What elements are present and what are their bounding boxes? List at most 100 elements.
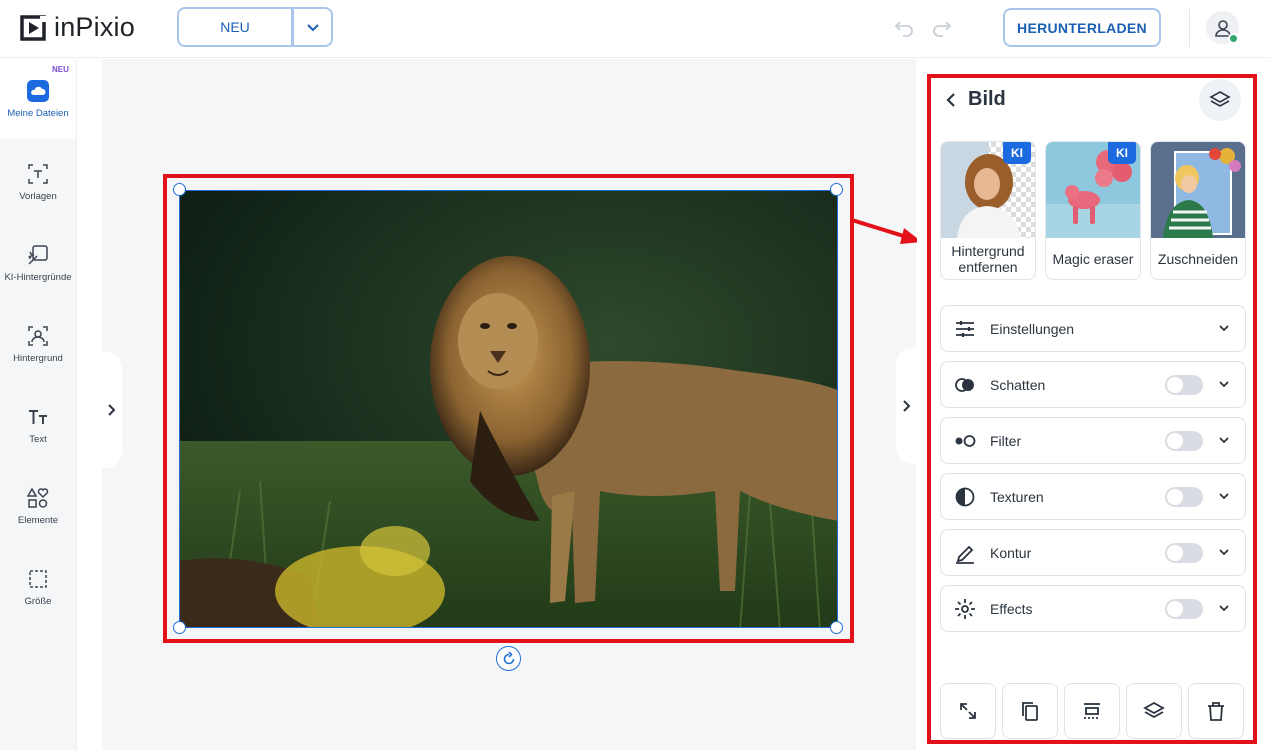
sidebar-item-label: Elemente [17, 514, 59, 526]
back-icon[interactable] [944, 91, 958, 109]
shadow-icon [955, 378, 974, 392]
resize-handle-top-left[interactable] [173, 183, 186, 196]
resize-icon [27, 568, 49, 590]
elements-icon [27, 486, 49, 509]
top-bar: inPixio NEU HERUNTERLADEN [0, 0, 1270, 58]
pen-icon [956, 545, 974, 564]
section-label: Kontur [990, 545, 1032, 561]
duplicate-button[interactable] [1002, 683, 1058, 739]
outline-toggle[interactable] [1165, 543, 1203, 563]
logo-text: inPixio [54, 12, 135, 42]
template-icon [27, 163, 49, 185]
chevron-down-icon [306, 24, 319, 32]
sidebar-item-label: Vorlagen [19, 190, 57, 202]
download-button[interactable]: HERUNTERLADEN [1003, 8, 1161, 47]
layers-button[interactable] [1199, 79, 1241, 121]
section-label: Texturen [990, 489, 1044, 505]
sidebar-item-text[interactable]: Text [0, 385, 76, 465]
tool-magic-eraser[interactable]: KI Magic eraser [1045, 141, 1141, 280]
layers-icon [1209, 91, 1231, 107]
sidebar-item-size[interactable]: Größe [0, 547, 76, 627]
expand-sidebar-button[interactable] [100, 352, 122, 468]
chevron-down-icon[interactable] [1217, 377, 1231, 391]
sidebar-item-background[interactable]: Hintergrund [0, 304, 76, 384]
redo-icon[interactable] [931, 16, 953, 38]
lion-photo [180, 191, 837, 627]
tool-label: Hintergrund entfernen [951, 243, 1025, 275]
layer-order-button[interactable] [1126, 683, 1182, 739]
tool-crop[interactable]: Zuschneiden [1150, 141, 1246, 280]
duplicate-icon [1022, 702, 1038, 721]
section-effects[interactable]: Effects [940, 585, 1246, 632]
chevron-down-icon[interactable] [1217, 601, 1231, 615]
shadow-toggle[interactable] [1165, 375, 1203, 395]
delete-button[interactable] [1188, 683, 1244, 739]
chevron-right-icon [903, 400, 911, 412]
sliders-icon [956, 321, 974, 337]
canvas-image[interactable] [179, 190, 838, 628]
chevron-right-icon [108, 404, 116, 416]
sparkle-icon [955, 599, 975, 619]
tool-label: Zuschneiden [1157, 251, 1239, 267]
sidebar-item-label: KI-Hintergründe [4, 271, 72, 283]
chevron-down-icon[interactable] [1217, 321, 1231, 335]
section-textures[interactable]: Texturen [940, 473, 1246, 520]
section-label: Effects [990, 601, 1033, 617]
avatar[interactable] [1206, 11, 1239, 44]
online-status-dot [1228, 33, 1239, 44]
rotate-icon [503, 650, 514, 664]
sidebar-item-label: Hintergrund [13, 352, 63, 364]
magic-eraser-thumbnail: KI [1046, 142, 1140, 238]
chevron-down-icon[interactable] [1217, 433, 1231, 447]
sidebar-item-ai-backgrounds[interactable]: KI-Hintergründe [0, 223, 76, 303]
sidebar-item-label: Größe [24, 595, 52, 607]
crop-thumbnail [1151, 142, 1245, 238]
panel-header: Bild [944, 88, 1006, 111]
background-icon [27, 325, 49, 347]
filter-toggle[interactable] [1165, 431, 1203, 451]
sidebar-item-label: Text [29, 433, 47, 445]
section-label: Einstellungen [990, 321, 1075, 337]
section-label: Filter [990, 433, 1022, 449]
new-button[interactable]: NEU [177, 7, 293, 47]
tool-remove-background[interactable]: KI Hintergrund entfernen [940, 141, 1036, 280]
section-settings[interactable]: Einstellungen [940, 305, 1246, 352]
callout-arrow [852, 218, 922, 244]
section-shadow[interactable]: Schatten [940, 361, 1246, 408]
align-button[interactable] [1064, 683, 1120, 739]
sidebar-item-label: Meine Dateien [7, 107, 69, 119]
rotate-handle[interactable] [496, 646, 521, 671]
collapse-panel-button[interactable] [896, 348, 916, 464]
effects-toggle[interactable] [1165, 599, 1203, 619]
ki-badge: KI [1108, 142, 1136, 164]
divider [1189, 9, 1190, 47]
sidebar-item-templates[interactable]: Vorlagen [0, 142, 76, 222]
resize-arrows-icon [960, 703, 976, 719]
tool-label: Magic eraser [1052, 251, 1134, 267]
section-filter[interactable]: Filter [940, 417, 1246, 464]
textures-toggle[interactable] [1165, 487, 1203, 507]
chevron-down-icon[interactable] [1217, 489, 1231, 503]
texture-icon [955, 487, 975, 507]
section-label: Schatten [990, 377, 1046, 393]
section-outline[interactable]: Kontur [940, 529, 1246, 576]
text-icon [27, 406, 49, 428]
ai-background-icon [27, 244, 49, 266]
logo[interactable]: inPixio [20, 12, 135, 43]
layers-icon [1143, 701, 1165, 719]
sidebar-item-my-files[interactable]: NEU Meine Dateien [0, 59, 76, 139]
ki-badge: KI [1003, 142, 1031, 164]
resize-handle-top-right[interactable] [830, 183, 843, 196]
resize-handle-bottom-left[interactable] [173, 621, 186, 634]
panel-title: Bild [968, 88, 1006, 110]
sidebar-item-elements[interactable]: Elemente [0, 466, 76, 546]
trash-icon [1208, 702, 1224, 721]
resize-handle-bottom-right[interactable] [830, 621, 843, 634]
new-dropdown-button[interactable] [292, 7, 333, 47]
undo-icon[interactable] [893, 16, 915, 38]
chevron-down-icon[interactable] [1217, 545, 1231, 559]
filter-icon [955, 435, 976, 447]
resize-button[interactable] [940, 683, 996, 739]
logo-icon [20, 14, 46, 41]
align-icon [1084, 703, 1100, 719]
